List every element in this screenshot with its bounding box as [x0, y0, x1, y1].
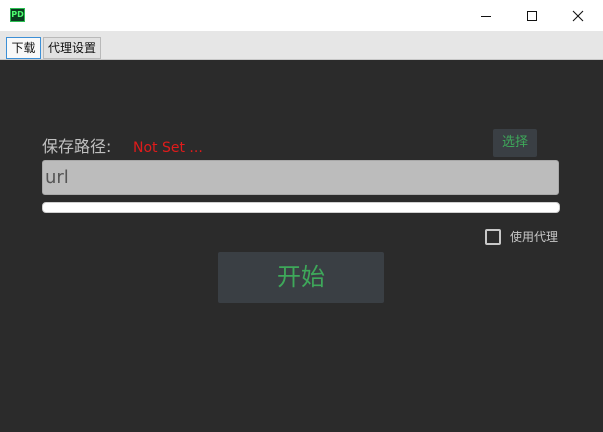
- close-button[interactable]: [555, 0, 601, 31]
- app-logo-icon: PD: [10, 8, 25, 22]
- download-panel: [0, 60, 603, 432]
- tab-proxy-settings[interactable]: 代理设置: [43, 37, 101, 59]
- start-button[interactable]: 开始: [218, 252, 384, 303]
- maximize-button[interactable]: [509, 0, 555, 31]
- tab-download[interactable]: 下载: [6, 37, 41, 59]
- save-path-value: Not Set ...: [133, 140, 203, 156]
- save-path-label: 保存路径:: [42, 137, 112, 156]
- choose-path-button[interactable]: 选择: [493, 129, 537, 157]
- minimize-icon: [481, 15, 491, 17]
- minimize-button[interactable]: [463, 0, 509, 31]
- title-bar: PD: [0, 0, 603, 31]
- use-proxy-label[interactable]: 使用代理: [510, 229, 558, 245]
- tab-bar: 下载 代理设置: [0, 31, 603, 60]
- maximize-icon: [527, 10, 537, 21]
- url-input[interactable]: [42, 160, 559, 195]
- close-icon: [572, 10, 584, 21]
- download-progress-bar: [42, 202, 560, 213]
- use-proxy-checkbox[interactable]: [485, 229, 501, 245]
